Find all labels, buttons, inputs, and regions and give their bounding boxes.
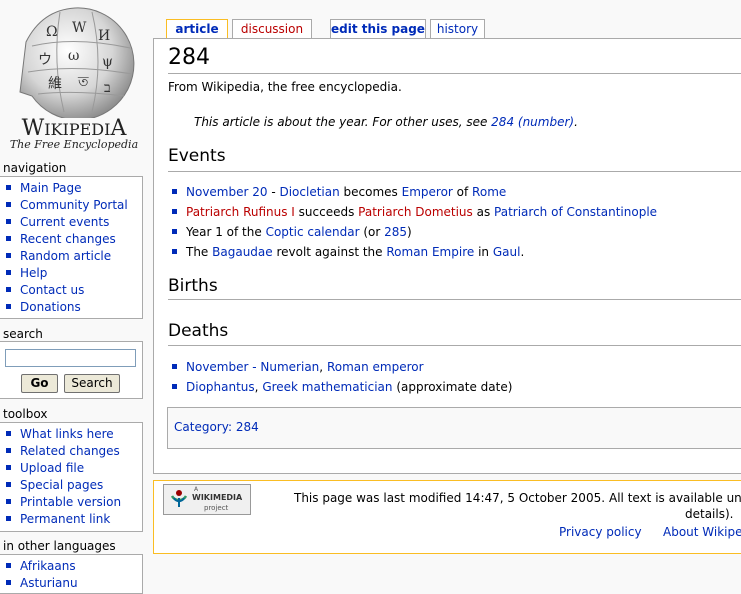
- bullet-icon: [6, 185, 11, 190]
- languages-portlet: Afrikaans Asturianu: [0, 554, 143, 594]
- site-subtitle: From Wikipedia, the free encyclopedia.: [168, 80, 402, 94]
- search-input[interactable]: [5, 349, 136, 367]
- toolbox-item-upload-file[interactable]: Upload file: [6, 460, 142, 477]
- list-item: Patriarch Rufinus I succeeds Patriarch D…: [172, 202, 657, 222]
- toolbox-item-related-changes[interactable]: Related changes: [6, 443, 142, 460]
- toolbox-item-printable-version[interactable]: Printable version: [6, 494, 142, 511]
- search-heading: search: [3, 327, 43, 341]
- bullet-icon: [6, 202, 11, 207]
- births-divider: [168, 299, 741, 300]
- nav-item-help[interactable]: Help: [6, 265, 142, 282]
- bullet-icon: [6, 431, 11, 436]
- toolbox-item-permanent-link[interactable]: Permanent link: [6, 511, 142, 528]
- svg-text:維: 維: [48, 76, 62, 92]
- bullet-icon: [172, 229, 177, 234]
- nav-item-donations[interactable]: Donations: [6, 299, 142, 316]
- category-link[interactable]: Category: [174, 420, 228, 434]
- list-item: The Bagaudae revolt against the Roman Em…: [172, 242, 657, 262]
- article-content: 284 From Wikipedia, the free encyclopedi…: [153, 38, 741, 474]
- events-divider: [168, 171, 741, 172]
- last-modified-text: This page was last modified 14:47, 5 Oct…: [294, 491, 606, 505]
- nav-item-contact-us[interactable]: Contact us: [6, 282, 142, 299]
- go-button[interactable]: Go: [21, 374, 58, 393]
- license-text: All text is available under: [609, 491, 741, 505]
- nav-item-random-article[interactable]: Random article: [6, 248, 142, 265]
- language-item-afrikaans[interactable]: Afrikaans: [6, 558, 142, 575]
- toolbox-heading: toolbox: [3, 407, 48, 421]
- category-284-link[interactable]: 284: [236, 420, 259, 434]
- bullet-icon: [172, 384, 177, 389]
- toolbox-item-what-links-here[interactable]: What links here: [6, 426, 142, 443]
- toolbox-item-special-pages[interactable]: Special pages: [6, 477, 142, 494]
- bullet-icon: [172, 209, 177, 214]
- bullet-icon: [6, 516, 11, 521]
- tab-discussion[interactable]: discussion: [232, 19, 312, 38]
- page-title: 284: [168, 45, 210, 70]
- category-box: Category: 284: [167, 407, 741, 449]
- list-item: Diophantus, Greek mathematician (approxi…: [172, 377, 512, 397]
- bullet-icon: [6, 219, 11, 224]
- nav-item-community-portal[interactable]: Community Portal: [6, 197, 142, 214]
- wikimedia-logo-icon: [170, 490, 188, 507]
- license-text-2: details).: [685, 507, 734, 521]
- bullet-icon: [172, 249, 177, 254]
- bullet-icon: [6, 304, 11, 309]
- language-item-asturianu[interactable]: Asturianu: [6, 575, 142, 592]
- tab-article[interactable]: article: [166, 19, 228, 39]
- footer: A WIKIMEDIA project This page was last m…: [153, 480, 741, 554]
- navigation-heading: navigation: [3, 161, 67, 175]
- list-item: November - Numerian, Roman emperor: [172, 357, 512, 377]
- search-button[interactable]: Search: [64, 374, 120, 393]
- tab-history[interactable]: history: [430, 19, 485, 38]
- svg-text:ω: ω: [68, 48, 79, 64]
- languages-heading: in other languages: [3, 539, 116, 553]
- deaths-divider: [168, 345, 741, 346]
- svg-text:И: И: [98, 28, 110, 44]
- bullet-icon: [6, 253, 11, 258]
- bullet-icon: [6, 236, 11, 241]
- disambiguation-note: This article is about the year. For othe…: [194, 115, 578, 129]
- number-link[interactable]: 284 (number): [491, 115, 574, 129]
- privacy-policy-link[interactable]: Privacy policy: [559, 525, 642, 539]
- bullet-icon: [6, 448, 11, 453]
- bullet-icon: [6, 287, 11, 292]
- svg-text:Ω: Ω: [46, 24, 58, 40]
- puzzle-globe-icon: ΩWИ ウω ψ 維তב: [19, 7, 135, 118]
- bullet-icon: [6, 465, 11, 470]
- nav-item-main-page[interactable]: Main Page: [6, 180, 142, 197]
- about-wikipedia-link[interactable]: About Wikiped: [663, 525, 741, 539]
- events-list: November 20 - Diocletian becomes Emperor…: [172, 182, 657, 262]
- tab-edit-this-page[interactable]: edit this page: [330, 19, 426, 38]
- deaths-list: November - Numerian, Roman emperor Dioph…: [172, 357, 512, 397]
- svg-text:ψ: ψ: [102, 54, 113, 70]
- bullet-icon: [6, 580, 11, 585]
- svg-text:W: W: [72, 20, 87, 36]
- nav-item-current-events[interactable]: Current events: [6, 214, 142, 231]
- navigation-portlet: Main Page Community Portal Current event…: [0, 176, 143, 319]
- bullet-icon: [6, 499, 11, 504]
- title-divider: [168, 73, 741, 74]
- list-item: November 20 - Diocletian becomes Emperor…: [172, 182, 657, 202]
- deaths-heading: Deaths: [168, 321, 229, 341]
- nav-item-recent-changes[interactable]: Recent changes: [6, 231, 142, 248]
- svg-text:ত: ত: [77, 74, 89, 90]
- births-heading: Births: [168, 276, 218, 296]
- search-portlet: Go Search: [0, 341, 143, 399]
- bullet-icon: [6, 482, 11, 487]
- svg-text:ב: ב: [104, 80, 111, 96]
- logo-tagline: The Free Encyclopedia: [9, 138, 139, 151]
- bullet-icon: [172, 364, 177, 369]
- svg-text:ウ: ウ: [38, 52, 52, 68]
- toolbox-portlet: What links here Related changes Upload f…: [0, 422, 143, 532]
- wikimedia-project-badge[interactable]: A WIKIMEDIA project: [163, 484, 251, 515]
- events-heading: Events: [168, 146, 226, 166]
- bullet-icon: [6, 270, 11, 275]
- list-item: Year 1 of the Coptic calendar (or 285): [172, 222, 657, 242]
- bullet-icon: [172, 189, 177, 194]
- bullet-icon: [6, 563, 11, 568]
- wikipedia-logo[interactable]: ΩWИ ウωψ 維তב WIKIPEDIA The Free Encyclope…: [0, 0, 150, 158]
